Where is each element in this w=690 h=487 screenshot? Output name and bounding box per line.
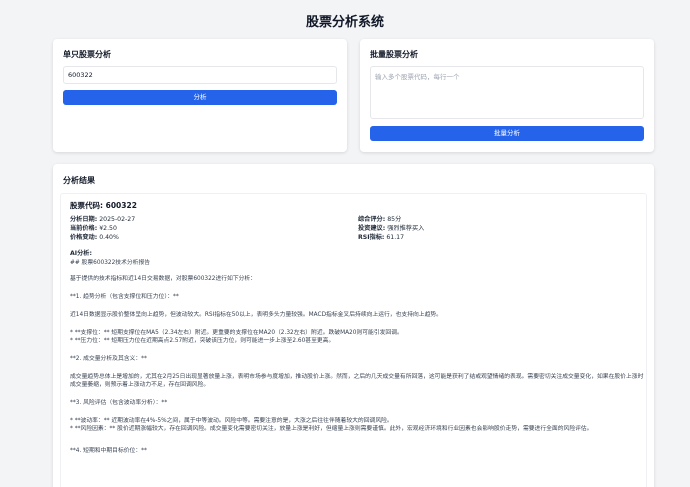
report-section-target: **4. 短期和中期目标价位：**	[70, 448, 147, 454]
stock-code-input[interactable]	[63, 66, 337, 84]
report-intro: 基于提供的技术指标和近14日交易数据，对股票600322进行如下分析：	[70, 276, 257, 282]
report-section-trend: **1. 趋势分析（包含支撑位和压力位）：**	[70, 294, 179, 300]
result-panel: 股票代码: 600322 分析日期: 2025-02-27 当前价格: ¥2.5…	[60, 193, 647, 487]
batch-codes-input[interactable]	[370, 66, 644, 119]
report-section-volume: **2. 成交量分析及其含义：**	[70, 356, 147, 362]
analysis-date-row: 分析日期: 2025-02-27	[70, 216, 136, 223]
result-title: 分析结果	[63, 176, 95, 185]
report-heading: ## 股票600322技术分析报告	[70, 260, 151, 266]
report-section-risk: **3. 风险评估（包含波动率分析）：**	[70, 400, 168, 406]
price-change-row: 价格变动: 0.40%	[70, 234, 119, 241]
ai-analysis-label: AI分析:	[70, 250, 92, 257]
stock-code-heading: 股票代码: 600322	[70, 201, 137, 210]
rsi-row: RSI指标: 61.17	[358, 234, 405, 241]
page-title: 股票分析系统	[305, 15, 384, 30]
ai-report: ## 股票600322技术分析报告 基于提供的技术指标和近14日交易数据，对股票…	[70, 259, 645, 455]
analyze-button[interactable]: 分析	[63, 90, 337, 105]
analysis-result-card: 分析结果 股票代码: 600322 分析日期: 2025-02-27 当前价格:…	[53, 164, 654, 487]
batch-analysis-title: 批量股票分析	[370, 50, 418, 59]
single-analysis-title: 单只股票分析	[63, 50, 111, 59]
report-support-resistance: * **支撑位：** 短期支撑位在MA5（2.34左右）附近。更重要的支撑位在M…	[70, 330, 403, 344]
batch-analyze-button[interactable]: 批量分析	[370, 126, 644, 141]
report-trend-text: 近14日数据显示股价整体呈向上趋势，但波动较大。RSI指标在50以上，表明多头力…	[70, 312, 442, 318]
report-risk-text: * **波动率：** 近期波动率在4%-5%之间，属于中等波动。风险中等。需要注…	[70, 418, 593, 432]
report-volume-text: 成交量趋势总体上是增加的，尤其在2月25日出现显著放量上涨，表明市场参与度增加，…	[70, 374, 644, 388]
single-analysis-card: 单只股票分析 分析	[53, 39, 347, 152]
current-price-row: 当前价格: ¥2.50	[70, 225, 117, 232]
batch-analysis-card: 批量股票分析 批量分析	[360, 39, 654, 152]
investment-advice-row: 投资建议: 强烈推荐买入	[358, 225, 425, 232]
overall-score-row: 综合评分: 85分	[358, 216, 402, 223]
